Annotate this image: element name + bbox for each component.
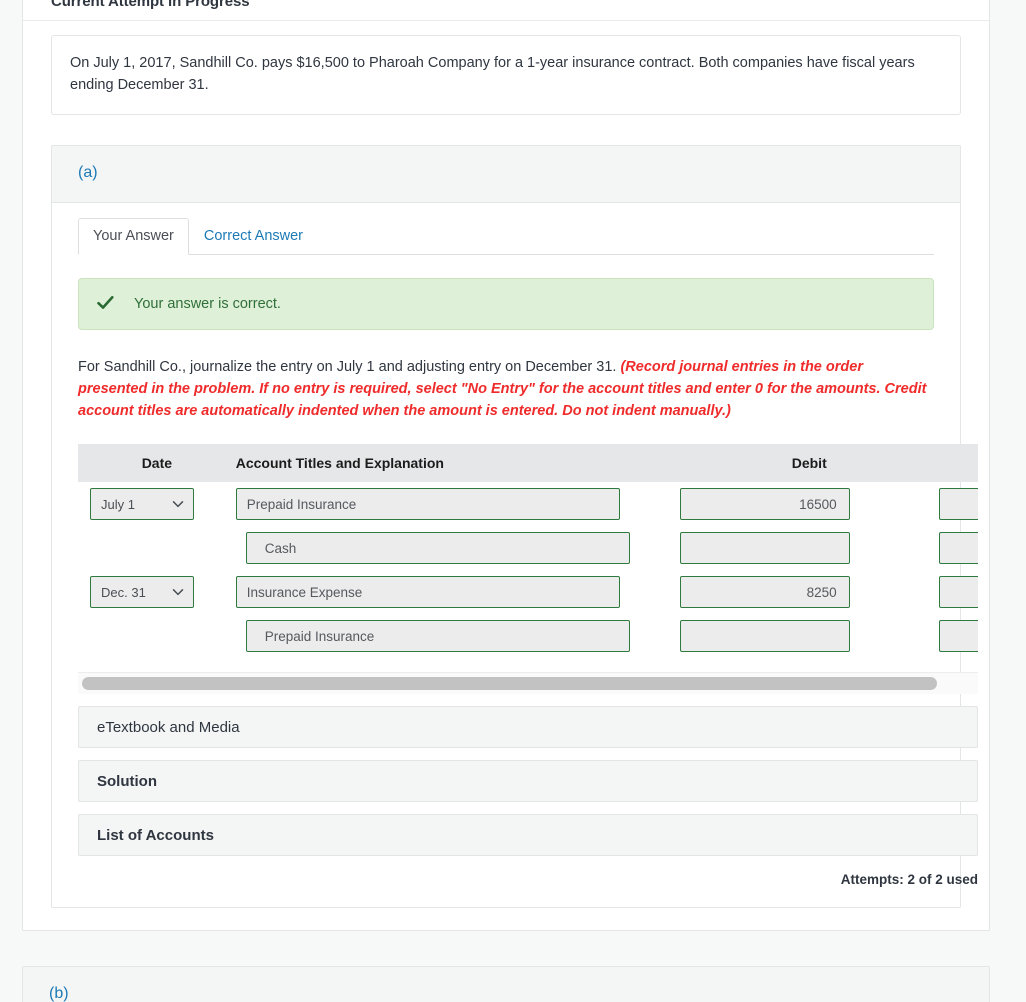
cell-credit: 16500	[938, 526, 978, 570]
part-a-label: (a)	[78, 164, 98, 181]
debit-input-row-4[interactable]	[679, 620, 850, 652]
credit-input-row-1[interactable]	[938, 488, 978, 520]
column-header-debit: Debit	[679, 444, 939, 482]
problem-statement: On July 1, 2017, Sandhill Co. pays $16,5…	[51, 35, 961, 115]
cell-credit	[938, 482, 978, 526]
attempts-counter: Attempts: 2 of 2 used	[840, 872, 978, 887]
question-prompt-lead: For Sandhill Co., journalize the entry o…	[78, 359, 617, 375]
cell-credit	[938, 570, 978, 614]
page-root: Current Attempt in Progress On July 1, 2…	[0, 0, 1026, 1002]
chevron-down-icon	[171, 585, 185, 599]
accordion-solution-label: Solution	[97, 772, 157, 790]
status-banner: Your answer is correct.	[78, 278, 934, 330]
account-title-input-row-4[interactable]: Prepaid Insurance	[245, 620, 630, 652]
scrollbar-thumb[interactable]	[82, 677, 937, 690]
debit-input-row-2[interactable]	[679, 532, 850, 564]
date-dropdown-row-3[interactable]: Dec. 31	[90, 576, 194, 608]
cell-debit	[679, 614, 939, 658]
accordion-list-of-accounts-label: List of Accounts	[97, 826, 214, 844]
cell-account-title: Insurance Expense	[235, 570, 680, 614]
journal-table-scroll-container: Date Account Titles and Explanation Debi…	[78, 444, 978, 658]
cell-debit: 16500	[679, 482, 939, 526]
account-title-input-row-3[interactable]: Insurance Expense	[235, 576, 620, 608]
answer-tabs: Your Answer Correct Answer	[78, 218, 934, 255]
credit-input-row-3[interactable]	[938, 576, 978, 608]
cell-account-title: Prepaid Insurance	[235, 482, 680, 526]
table-row: Dec. 31 Insurance Expense 8250	[78, 570, 978, 614]
cell-date	[78, 526, 236, 570]
question-prompt: For Sandhill Co., journalize the entry o…	[78, 356, 934, 422]
account-title-input-row-1[interactable]: Prepaid Insurance	[235, 488, 620, 520]
account-title-input-row-2[interactable]: Cash	[245, 532, 630, 564]
journal-table-horizontal-scrollbar[interactable]	[78, 672, 978, 694]
date-dropdown-row-3-value: Dec. 31	[101, 584, 146, 600]
cell-date: July 1	[78, 482, 236, 526]
part-b-header: (b)	[23, 967, 989, 1002]
cell-account-title: Prepaid Insurance	[236, 614, 680, 658]
cell-account-title: Cash	[236, 526, 680, 570]
part-b-label: (b)	[49, 985, 69, 1002]
check-icon	[97, 295, 114, 313]
table-row: July 1 Prepaid Insurance 16500	[78, 482, 978, 526]
part-a-header: (a)	[52, 146, 960, 203]
credit-input-row-2[interactable]: 16500	[938, 532, 978, 564]
column-header-account-titles: Account Titles and Explanation	[235, 444, 680, 482]
accordion-list-of-accounts[interactable]: List of Accounts	[78, 814, 978, 856]
table-row: Prepaid Insurance 8250	[78, 614, 978, 658]
journal-table-body: July 1 Prepaid Insurance 16500 Cash Dec.…	[78, 482, 978, 658]
debit-input-row-3[interactable]: 8250	[679, 576, 850, 608]
table-row: Cash 16500	[78, 526, 978, 570]
page-title: Current Attempt in Progress	[23, 0, 989, 21]
current-attempt-card: Current Attempt in Progress On July 1, 2…	[22, 0, 990, 931]
cell-credit: 8250	[938, 614, 978, 658]
cell-debit	[679, 526, 939, 570]
part-b: (b)	[22, 966, 990, 1002]
accordion-etextbook-and-media-label: eTextbook and Media	[97, 718, 240, 736]
cell-debit: 8250	[679, 570, 939, 614]
cell-date	[78, 614, 236, 658]
part-a: (a) Your Answer Correct Answer Your answ…	[51, 145, 978, 908]
tab-your-answer[interactable]: Your Answer	[78, 218, 189, 255]
journal-table-head: Date Account Titles and Explanation Debi…	[78, 444, 978, 482]
credit-input-row-4[interactable]: 8250	[938, 620, 978, 652]
part-a-body: Your Answer Correct Answer Your answer i…	[52, 203, 978, 907]
date-dropdown-row-1-value: July 1	[101, 496, 135, 512]
status-banner-message: Your answer is correct.	[134, 296, 281, 312]
cell-date: Dec. 31	[78, 570, 236, 614]
column-header-date: Date	[78, 444, 236, 482]
journal-header-row: Date Account Titles and Explanation Debi…	[78, 444, 978, 482]
debit-input-row-1[interactable]: 16500	[679, 488, 850, 520]
accordion-solution[interactable]: Solution	[78, 760, 978, 802]
column-header-credit: Credit	[938, 444, 978, 482]
date-dropdown-row-1[interactable]: July 1	[90, 488, 194, 520]
tab-correct-answer[interactable]: Correct Answer	[189, 218, 318, 255]
accordion-etextbook-and-media[interactable]: eTextbook and Media	[78, 706, 978, 748]
chevron-down-icon	[171, 497, 185, 511]
card-body: On July 1, 2017, Sandhill Co. pays $16,5…	[23, 21, 989, 930]
journal-entry-table: Date Account Titles and Explanation Debi…	[78, 444, 978, 658]
